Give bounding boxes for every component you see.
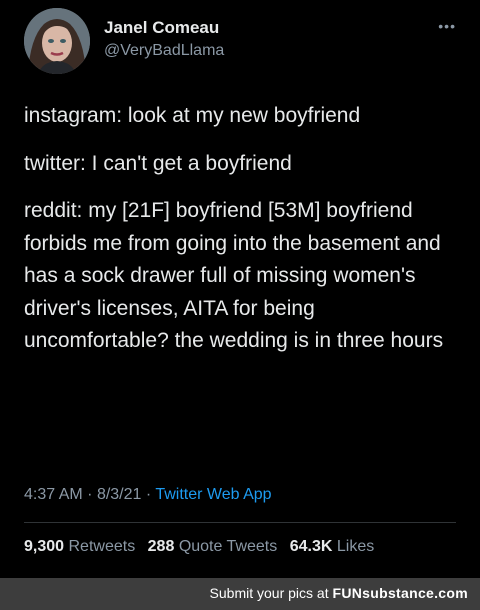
tweet-line: instagram: look at my new boyfriend: [24, 104, 361, 127]
source-app-link[interactable]: Twitter Web App: [155, 486, 271, 503]
watermark-footer: Submit your pics at FUNsubstance.com: [0, 578, 480, 610]
tweet-date[interactable]: 8/3/21: [97, 486, 141, 503]
more-options-icon[interactable]: •••: [438, 18, 456, 34]
tweet-stats: 9,300 Retweets 288 Quote Tweets 64.3K Li…: [24, 538, 374, 556]
quote-tweets-count: 288: [147, 538, 175, 555]
meta-separator: ·: [145, 486, 152, 503]
avatar[interactable]: [24, 8, 90, 74]
retweets-label: Retweets: [68, 538, 136, 555]
tweet-line: reddit: my [21F] boyfriend [53M] boyfrie…: [24, 199, 444, 352]
tweet-text: instagram: look at my new boyfriend twit…: [24, 100, 454, 373]
meta-separator: ·: [87, 486, 93, 503]
likes-stat[interactable]: 64.3K Likes: [290, 538, 375, 555]
likes-label: Likes: [336, 538, 375, 555]
tweet-card: Janel Comeau @VeryBadLlama ••• instagram…: [0, 0, 480, 578]
footer-text: Submit your pics at: [209, 585, 329, 601]
tweet-metadata: 4:37 AM · 8/3/21 · Twitter Web App: [24, 486, 272, 504]
divider: [24, 522, 456, 523]
user-handle[interactable]: @VeryBadLlama: [104, 42, 224, 60]
quote-tweets-label: Quote Tweets: [178, 538, 278, 555]
display-name[interactable]: Janel Comeau: [104, 18, 219, 38]
profile-photo: [24, 8, 90, 74]
likes-count: 64.3K: [289, 538, 333, 555]
retweets-count: 9,300: [24, 538, 65, 555]
tweet-line: twitter: I can't get a boyfriend: [24, 151, 292, 175]
retweets-stat[interactable]: 9,300 Retweets: [24, 538, 135, 555]
quote-tweets-stat[interactable]: 288 Quote Tweets: [148, 538, 278, 555]
tweet-time[interactable]: 4:37 AM: [24, 486, 83, 503]
footer-brand[interactable]: FUNsubstance.com: [333, 585, 469, 601]
